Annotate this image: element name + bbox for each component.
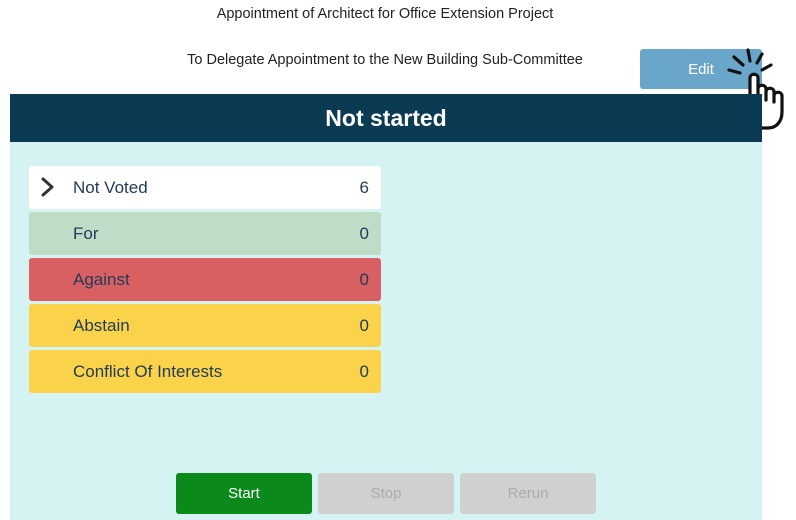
stop-button[interactable]: Stop	[318, 473, 454, 514]
vote-row-count: 0	[359, 269, 369, 289]
start-button[interactable]: Start	[176, 473, 312, 514]
rerun-button[interactable]: Rerun	[460, 473, 596, 514]
vote-row-count: 0	[359, 223, 369, 243]
vote-row-count: 6	[359, 177, 369, 197]
vote-row-label: Against	[73, 269, 130, 289]
vote-row-label: Conflict Of Interests	[73, 361, 223, 381]
vote-row-for[interactable]: For 0	[29, 212, 381, 255]
vote-row-count: 0	[359, 315, 369, 335]
motion-subtitle: To Delegate Appointment to the New Build…	[187, 52, 583, 68]
vote-row-abstain[interactable]: Abstain 0	[29, 304, 381, 347]
vote-status-header: Not started	[10, 94, 762, 142]
vote-panel: Not Voted 6 For 0 Against 0 Abstain 0 Co…	[10, 142, 762, 520]
vote-row-label: For	[73, 223, 99, 243]
vote-row-against[interactable]: Against 0	[29, 258, 381, 301]
vote-row-label: Abstain	[73, 315, 130, 335]
vote-row-conflict-of-interests[interactable]: Conflict Of Interests 0	[29, 350, 381, 393]
vote-row-count: 0	[359, 361, 369, 381]
chevron-right-icon	[41, 177, 54, 197]
vote-row-not-voted[interactable]: Not Voted 6	[29, 166, 381, 209]
vote-tally-list: Not Voted 6 For 0 Against 0 Abstain 0 Co…	[29, 166, 381, 396]
motion-title: Appointment of Architect for Office Exte…	[216, 6, 554, 22]
vote-row-label: Not Voted	[73, 177, 148, 197]
